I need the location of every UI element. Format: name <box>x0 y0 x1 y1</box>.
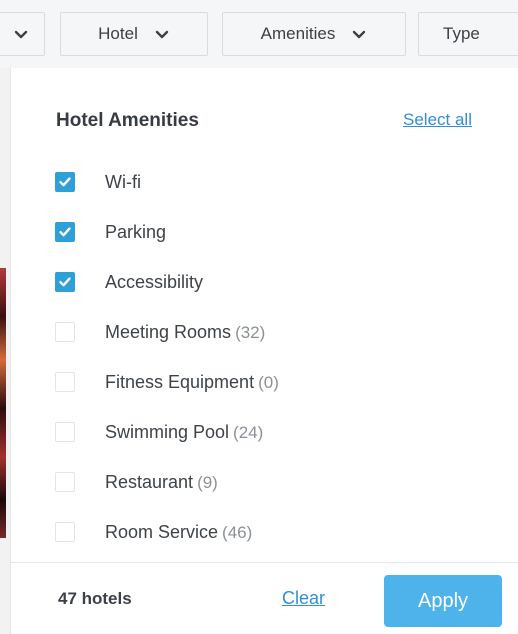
amenity-label: Wi-fi <box>105 172 141 193</box>
amenity-name: Wi-fi <box>105 171 141 192</box>
apply-button[interactable]: Apply <box>384 575 502 627</box>
filter-dropdown-partial[interactable] <box>0 12 45 56</box>
filter-label: Type <box>443 24 480 43</box>
amenity-option[interactable]: Parking <box>55 217 166 247</box>
checkbox-checked[interactable] <box>55 222 75 242</box>
filter-dropdown-amenities[interactable]: Amenities <box>222 12 406 56</box>
amenity-option[interactable]: Wi-fi <box>55 167 141 197</box>
filter-dropdown-hotel[interactable]: Hotel <box>60 12 208 56</box>
amenity-option[interactable]: Meeting Rooms (32) <box>55 317 265 347</box>
amenity-label: Swimming Pool (24) <box>105 422 263 443</box>
background-edge <box>0 68 10 634</box>
clear-link[interactable]: Clear <box>282 588 325 609</box>
amenity-label: Parking <box>105 222 166 243</box>
amenity-name: Room Service <box>105 521 219 542</box>
amenity-count: (46) <box>222 522 253 542</box>
amenity-count: (0) <box>258 372 279 392</box>
chevron-down-icon <box>351 26 367 42</box>
chevron-down-icon <box>154 26 170 42</box>
chevron-down-icon <box>13 26 29 42</box>
panel-footer: 47 hotels Clear Apply <box>11 562 518 634</box>
amenity-name: Parking <box>105 221 167 242</box>
filter-screen: Hotel Amenities Type Hotel Amenities Sel… <box>0 0 518 634</box>
filter-dropdown-type[interactable]: Type <box>418 12 518 56</box>
hotel-count: 47 hotels <box>58 589 132 608</box>
panel-title: Hotel Amenities <box>56 110 199 131</box>
checkmark-icon <box>58 175 72 189</box>
amenity-option[interactable]: Accessibility <box>55 267 203 297</box>
checkmark-icon <box>58 225 72 239</box>
amenity-name: Accessibility <box>105 271 204 292</box>
amenity-name: Meeting Rooms <box>105 321 232 342</box>
filter-label: Amenities <box>260 24 336 43</box>
amenity-option[interactable]: Restaurant (9) <box>55 467 218 497</box>
checkbox-checked[interactable] <box>55 272 75 292</box>
amenity-name: Restaurant <box>105 471 194 492</box>
checkbox-unchecked[interactable] <box>55 522 75 542</box>
checkbox-checked[interactable] <box>55 172 75 192</box>
amenity-count: (9) <box>197 472 218 492</box>
select-all-link[interactable]: Select all <box>403 110 472 130</box>
background-photo <box>0 268 6 538</box>
amenity-label: Accessibility <box>105 272 203 293</box>
amenity-label: Meeting Rooms (32) <box>105 322 265 343</box>
amenity-count: (32) <box>235 322 266 342</box>
amenity-option[interactable]: Swimming Pool (24) <box>55 417 263 447</box>
amenity-name: Swimming Pool <box>105 421 230 442</box>
checkmark-icon <box>58 275 72 289</box>
amenity-label: Room Service (46) <box>105 522 252 543</box>
amenity-label: Fitness Equipment (0) <box>105 372 279 393</box>
amenities-panel: Hotel Amenities Select all Wi-fi Parking A… <box>10 68 518 634</box>
checkbox-unchecked[interactable] <box>55 472 75 492</box>
checkbox-unchecked[interactable] <box>55 422 75 442</box>
amenity-label: Restaurant (9) <box>105 472 218 493</box>
filter-bar: Hotel Amenities Type <box>0 0 518 68</box>
amenity-option[interactable]: Fitness Equipment (0) <box>55 367 279 397</box>
checkbox-unchecked[interactable] <box>55 322 75 342</box>
amenity-name: Fitness Equipment <box>105 371 255 392</box>
checkbox-unchecked[interactable] <box>55 372 75 392</box>
amenity-option[interactable]: Room Service (46) <box>55 517 252 547</box>
filter-label: Hotel <box>98 24 138 43</box>
amenity-count: (24) <box>233 422 264 442</box>
